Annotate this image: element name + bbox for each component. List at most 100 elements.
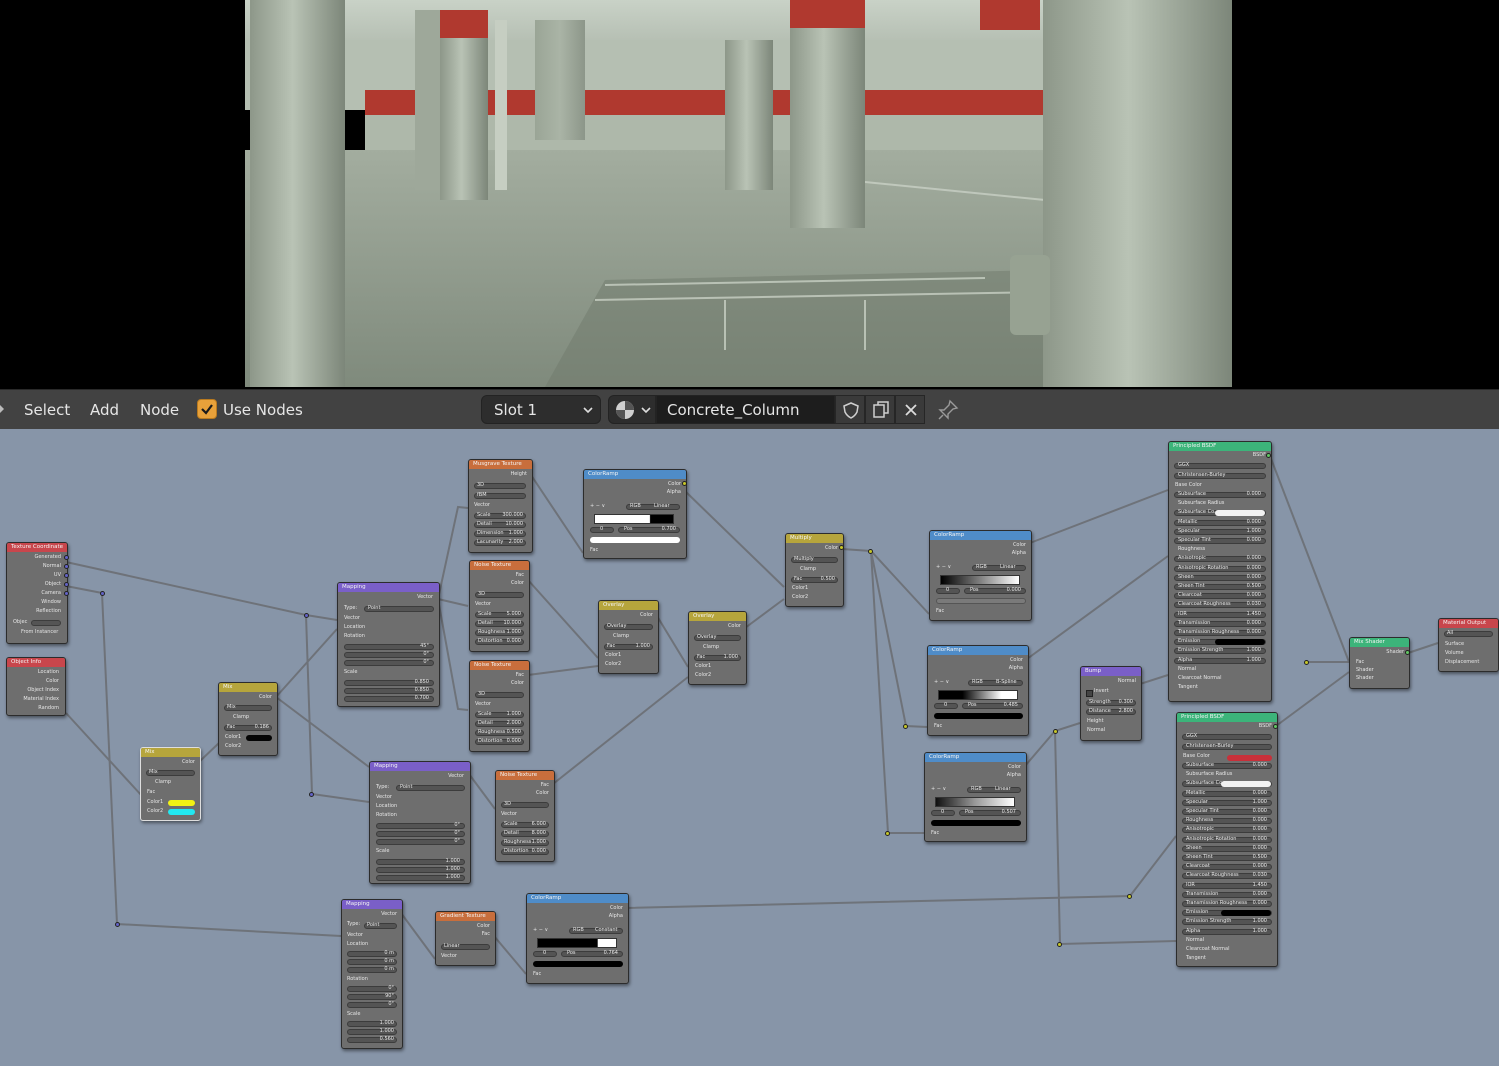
rotation-y-field[interactable] — [344, 652, 434, 658]
node-principled-bsdf[interactable]: Principled BSDF BSDF GGX Christensen-Burley… — [1168, 441, 1272, 702]
socket[interactable] — [64, 582, 69, 587]
ramp-stop-color[interactable] — [934, 713, 1023, 719]
menu-add[interactable]: Add — [90, 401, 119, 419]
header-collapse-icon[interactable] — [0, 403, 6, 415]
node-colorramp[interactable]: ColorRamp Color Alpha + − ∨ RGB B-Spline… — [927, 645, 1029, 736]
object-field[interactable] — [31, 620, 61, 626]
socket[interactable] — [1266, 453, 1271, 458]
reroute-node[interactable] — [868, 549, 873, 554]
reroute-node[interactable] — [304, 613, 309, 618]
socket[interactable] — [1405, 650, 1410, 655]
bsdf-field-label: Subsurface — [1186, 762, 1214, 768]
duplicate-icon — [873, 401, 889, 418]
ramp-tools-label[interactable]: + − ∨ — [590, 503, 605, 510]
reroute-node[interactable] — [885, 831, 890, 836]
subsurface-color-swatch[interactable] — [1221, 781, 1271, 788]
invert-checkbox[interactable] — [1086, 690, 1093, 697]
rotation-z-field[interactable] — [344, 660, 434, 666]
material-name-field[interactable]: Concrete_Column — [656, 395, 835, 424]
color-ramp-gradient[interactable] — [537, 938, 617, 948]
ramp-stop-color[interactable] — [533, 961, 623, 967]
node-multiply[interactable]: Multiply Color Multiply Clamp Fac 0.500 … — [785, 533, 844, 607]
reroute-node[interactable] — [903, 724, 908, 729]
node-editor-canvas[interactable]: Texture Coordinate Generated Normal UV O… — [0, 429, 1499, 1066]
socket[interactable] — [64, 564, 69, 569]
ramp-tools-label[interactable]: + − ∨ — [533, 927, 548, 934]
ramp-tools-label[interactable]: + − ∨ — [936, 564, 951, 571]
color-ramp-gradient[interactable] — [940, 575, 1020, 585]
fake-user-button[interactable] — [835, 395, 865, 424]
3d-viewport[interactable] — [0, 0, 1499, 387]
node-colorramp[interactable]: ColorRamp Color Alpha + − ∨ RGB Linear 0… — [929, 530, 1032, 621]
color1-swatch[interactable] — [246, 735, 272, 741]
link — [400, 912, 436, 960]
menu-node[interactable]: Node — [140, 401, 179, 419]
node-mix[interactable]: Mix Color Mix Clamp Fac 0.186 Color1 Col… — [218, 682, 278, 756]
bsdf-field-value: 0.000 — [1252, 890, 1267, 897]
node-musgrave-texture[interactable]: Musgrave Texture Height 3D fBM Vector Sc… — [468, 459, 533, 553]
node-bump[interactable]: Bump Normal Invert Strength 0.300 Distan… — [1080, 666, 1142, 741]
node-colorramp[interactable]: ColorRamp Color Alpha + − ∨ RGB Linear 0… — [583, 469, 687, 559]
node-noise-texture[interactable]: Noise Texture Fac Color 3D Vector Scale … — [469, 660, 530, 752]
color-ramp-gradient[interactable] — [935, 797, 1015, 807]
reroute-node[interactable] — [1127, 894, 1132, 899]
node-overlay[interactable]: Overlay Color Overlay Clamp Fac 1.000 Co… — [688, 611, 747, 685]
emission-color-swatch[interactable] — [1221, 910, 1271, 917]
bsdf-field-value: 0.000 — [1252, 808, 1267, 814]
rotation-x-field[interactable] — [376, 823, 465, 829]
dimension-label: Dimension — [477, 530, 504, 536]
ramp-stop-color[interactable] — [931, 820, 1021, 826]
ramp-stop-color[interactable] — [936, 598, 1026, 604]
reroute-node[interactable] — [115, 922, 120, 927]
node-material-output[interactable]: Material Output All Surface Volume Displ… — [1438, 618, 1499, 672]
ramp-stop-color[interactable] — [590, 537, 680, 543]
color-ramp-gradient[interactable] — [938, 690, 1018, 700]
slot-dropdown[interactable]: Slot 1 — [481, 395, 601, 424]
reroute-node[interactable] — [309, 792, 314, 797]
node-noise-texture[interactable]: Noise Texture Fac Color 3D Vector Scale … — [495, 770, 555, 862]
socket[interactable] — [64, 555, 69, 560]
socket[interactable] — [682, 481, 687, 486]
node-texture-coordinate[interactable]: Texture Coordinate Generated Normal UV O… — [6, 542, 68, 644]
bsdf-field-label: Metallic — [1186, 789, 1206, 796]
use-nodes-checkbox[interactable] — [197, 399, 217, 419]
node-title: Musgrave Texture — [469, 460, 532, 469]
rotation-z-field[interactable] — [376, 839, 465, 845]
ramp-tools-label[interactable]: + − ∨ — [934, 679, 949, 686]
node-overlay[interactable]: Overlay Color Overlay Clamp Fac 1.000 Co… — [598, 600, 659, 674]
subsurface-color-swatch[interactable] — [1215, 510, 1265, 517]
material-browse-button[interactable] — [608, 395, 656, 424]
pin-icon[interactable] — [936, 398, 960, 422]
color1-swatch[interactable] — [168, 800, 195, 806]
node-mapping[interactable]: Mapping Vector Type: Point Vector Locati… — [337, 582, 440, 707]
node-object-info[interactable]: Object Info Location Color Object Index … — [6, 657, 66, 716]
garage-render-image — [245, 0, 1232, 387]
scale-x-value: 0.850 — [414, 679, 429, 685]
node-principled-bsdf[interactable]: Principled BSDF BSDF GGX Christensen-Burley… — [1176, 712, 1278, 967]
reroute-node[interactable] — [1057, 942, 1062, 947]
color-ramp-gradient[interactable] — [594, 514, 674, 524]
socket[interactable] — [64, 591, 69, 596]
reroute-node[interactable] — [100, 591, 105, 596]
ramp-tools-label[interactable]: + − ∨ — [931, 786, 946, 793]
base-color-swatch[interactable] — [1227, 755, 1272, 761]
node-colorramp[interactable]: ColorRamp Color Alpha + − ∨ RGB Linear 0… — [924, 752, 1027, 842]
reroute-node[interactable] — [1053, 729, 1058, 734]
socket[interactable] — [839, 545, 844, 550]
menu-select[interactable]: Select — [24, 401, 70, 419]
node-mapping[interactable]: Mapping Vector Type: Point Vector Locati… — [341, 899, 403, 1049]
reroute-node[interactable] — [1304, 660, 1309, 665]
node-mix-shader[interactable]: Mix Shader Shader Fac Shader Shader — [1349, 637, 1410, 689]
rotation-y-field[interactable] — [376, 831, 465, 837]
socket[interactable] — [64, 573, 69, 578]
socket[interactable] — [1273, 724, 1278, 729]
node-mapping[interactable]: Mapping Vector Type: Point Vector Locati… — [369, 761, 471, 884]
duplicate-material-button[interactable] — [865, 395, 895, 424]
node-noise-texture[interactable]: Noise Texture Fac Color 3D Vector Scale … — [469, 560, 530, 652]
color2-swatch[interactable] — [168, 809, 195, 815]
node-gradient-texture[interactable]: Gradient Texture Color Fac Linear Vector — [435, 911, 496, 966]
node-colorramp[interactable]: ColorRamp Color Alpha + − ∨ RGB Constant… — [526, 893, 629, 984]
node-mix-small[interactable]: Mix Color Mix Clamp Fac Color1 Color2 — [140, 747, 201, 821]
emission-color-swatch[interactable] — [1215, 639, 1265, 646]
unlink-material-button[interactable] — [895, 395, 925, 424]
